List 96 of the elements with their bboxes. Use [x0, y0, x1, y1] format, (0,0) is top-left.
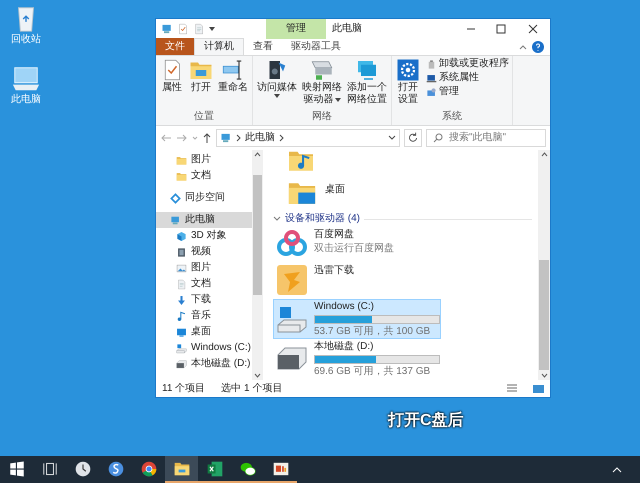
- folder-icon: [176, 170, 187, 182]
- nav-item[interactable]: 视频: [156, 244, 252, 260]
- download-arrow-icon: [176, 294, 187, 306]
- document-icon: [193, 23, 205, 35]
- desktop-icon-label: 回收站: [11, 34, 41, 46]
- up-arrow-icon[interactable]: [202, 132, 212, 144]
- picture-icon: [176, 262, 187, 274]
- monitors-icon: [355, 58, 379, 82]
- computer-icon: [426, 72, 437, 84]
- chevron-icon: [236, 134, 241, 142]
- computer-icon: [161, 23, 173, 35]
- nav-item[interactable]: 图片: [156, 152, 252, 168]
- ribbon-button[interactable]: 属性: [159, 58, 185, 111]
- package-icon: [426, 58, 437, 70]
- ribbon-group-label: 系统: [441, 111, 463, 124]
- scroll-down-icon[interactable]: [254, 373, 261, 378]
- nav-item[interactable]: 本地磁盘 (D:): [156, 356, 252, 372]
- nav-item[interactable]: 同步空间: [156, 190, 252, 206]
- ribbon-small-button[interactable]: 卸载或更改程序: [426, 58, 509, 70]
- ribbon-tab[interactable]: 计算机: [194, 38, 244, 55]
- computer-icon: [220, 132, 232, 144]
- ribbon-small-button[interactable]: 系统属性: [426, 72, 509, 84]
- dropdown-caret-icon: [209, 27, 215, 31]
- dropdown-chevron-icon[interactable]: [388, 135, 396, 141]
- tray-expand-icon[interactable]: [612, 466, 622, 474]
- folder-icon: [176, 154, 187, 166]
- nav-item[interactable]: 文档: [156, 168, 252, 184]
- clock-icon: [74, 460, 92, 478]
- document-icon: [176, 278, 187, 290]
- item-count: 11 个项目: [162, 382, 206, 394]
- s-logo-icon: [106, 460, 124, 478]
- windows-drive-icon: [176, 342, 187, 354]
- bird-logo-icon: [276, 264, 308, 296]
- refresh-icon[interactable]: [404, 129, 422, 147]
- diamond-icon: [170, 192, 181, 204]
- hard-drive-icon: [176, 358, 187, 370]
- video-caption: 打开C盘后: [388, 410, 464, 431]
- spreadsheet-icon: [206, 460, 224, 478]
- scrollbar[interactable]: [252, 150, 263, 380]
- help-icon[interactable]: [532, 41, 544, 53]
- ribbon-group-label: 位置: [193, 111, 215, 124]
- nav-item[interactable]: 图片: [156, 260, 252, 276]
- nav-item[interactable]: Windows (C:): [156, 340, 252, 356]
- computer-icon: [170, 214, 181, 226]
- details-view-icon[interactable]: [507, 384, 517, 394]
- collapse-chevron-icon[interactable]: [273, 216, 281, 222]
- ribbon-button[interactable]: 映射网络 驱动器: [301, 58, 343, 111]
- nav-item[interactable]: 桌面: [156, 324, 252, 340]
- drive-tile[interactable]: Windows (C:) 53.7 GB 可用，共 100 GB: [273, 299, 441, 339]
- windows-logo-icon: [8, 460, 26, 478]
- scroll-thumb[interactable]: [253, 175, 262, 295]
- desktop-folder-icon[interactable]: [287, 180, 317, 207]
- search-field[interactable]: 搜索"此电脑": [426, 129, 546, 147]
- browser-logo-icon: [140, 460, 158, 478]
- drive-tile[interactable]: 本地磁盘 (D:) 69.6 GB 可用，共 137 GB: [273, 339, 441, 379]
- nav-item[interactable]: 此电脑: [156, 212, 252, 228]
- ribbon-button[interactable]: 访问媒体: [256, 58, 298, 111]
- window-title: 此电脑: [332, 23, 363, 35]
- address-bar[interactable]: 此电脑: [216, 129, 400, 147]
- ribbon-tab[interactable]: 查看: [244, 38, 282, 55]
- folder-label[interactable]: 桌面: [325, 184, 345, 196]
- nav-item[interactable]: 3D 对象: [156, 228, 252, 244]
- dropdown-caret-icon: [334, 98, 340, 102]
- nav-item[interactable]: 音乐: [156, 308, 252, 324]
- file-menu-tab[interactable]: 文件: [156, 38, 194, 55]
- music-note-icon: [176, 310, 187, 322]
- chevron-icon: [279, 134, 284, 142]
- desktop-icon-label: 此电脑: [11, 94, 41, 106]
- ribbon-button[interactable]: 打开: [188, 58, 214, 111]
- tiles-view-icon[interactable]: [533, 384, 544, 392]
- device-tile[interactable]: 百度网盘 双击运行百度网盘: [273, 227, 441, 263]
- ribbon-button[interactable]: 打开 设置: [395, 58, 421, 111]
- ribbon-small-button[interactable]: 管理: [426, 86, 509, 98]
- search-icon: [433, 133, 443, 143]
- ribbon-tab[interactable]: 驱动器工具: [282, 38, 350, 55]
- scroll-up-icon[interactable]: [254, 152, 261, 157]
- ribbon-button[interactable]: 添加一个 网络位置: [346, 58, 388, 111]
- ribbon-group-label: 网络: [311, 111, 333, 124]
- scroll-thumb[interactable]: [539, 260, 549, 370]
- computer-icon: [426, 86, 437, 98]
- dropdown-caret-icon: [274, 94, 280, 98]
- nav-item[interactable]: 文档: [156, 276, 252, 292]
- scroll-up-icon[interactable]: [540, 152, 548, 157]
- selection-count: 选中 1 个项目: [221, 382, 282, 394]
- nav-item[interactable]: 下载: [156, 292, 252, 308]
- film-icon: [176, 246, 187, 258]
- checklist-icon: [177, 23, 189, 35]
- group-header: 设备和驱动器 (4): [285, 213, 360, 225]
- scroll-down-icon[interactable]: [540, 373, 548, 378]
- context-tab-label[interactable]: 管理: [266, 19, 326, 39]
- scrollbar[interactable]: [538, 150, 550, 380]
- ribbon-button[interactable]: 重命名: [217, 58, 249, 111]
- cube-icon: [176, 230, 187, 242]
- device-tile[interactable]: 迅雷下载: [273, 263, 441, 299]
- taskbar-button[interactable]: [165, 456, 198, 483]
- monitor-icon: [176, 326, 187, 338]
